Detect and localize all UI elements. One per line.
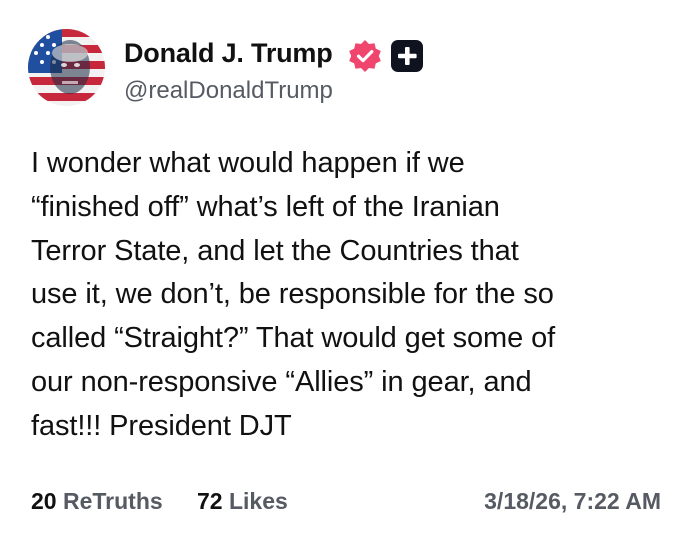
post-line: Terror State, and let the Countries that (31, 234, 519, 267)
flag-portrait-avatar (28, 29, 105, 106)
post-line: fast!!! President DJT (31, 409, 292, 442)
post-timestamp[interactable]: 3/18/26, 7:22 AM (484, 488, 661, 515)
post-line: “finished off” what’s left of the Irania… (31, 190, 500, 223)
likes-stat[interactable]: 72 Likes (197, 488, 288, 515)
plus-icon (391, 40, 423, 72)
post-line: use it, we don’t, be responsible for the… (31, 278, 554, 311)
post-line: our non-responsive “Allies” in gear, and (31, 365, 532, 398)
likes-count: 72 (197, 488, 223, 514)
post-body: I wonder what would happen if we “finish… (31, 142, 671, 449)
post-line: I wonder what would happen if we (31, 147, 465, 179)
post-line: called “Straight?” That would get some o… (31, 322, 556, 355)
retruths-stat[interactable]: 20 ReTruths (31, 488, 163, 515)
author-display-name[interactable]: Donald J. Trump (124, 38, 333, 69)
retruths-count: 20 (31, 488, 57, 514)
avatar[interactable] (28, 29, 105, 106)
author-handle[interactable]: @realDonaldTrump (124, 77, 333, 105)
likes-label: Likes (228, 488, 288, 514)
verified-check-icon (349, 40, 381, 72)
retruths-label: ReTruths (62, 488, 163, 514)
post-footer: 20 ReTruths 72 Likes 3/18/26, 7:22 AM (31, 488, 661, 522)
